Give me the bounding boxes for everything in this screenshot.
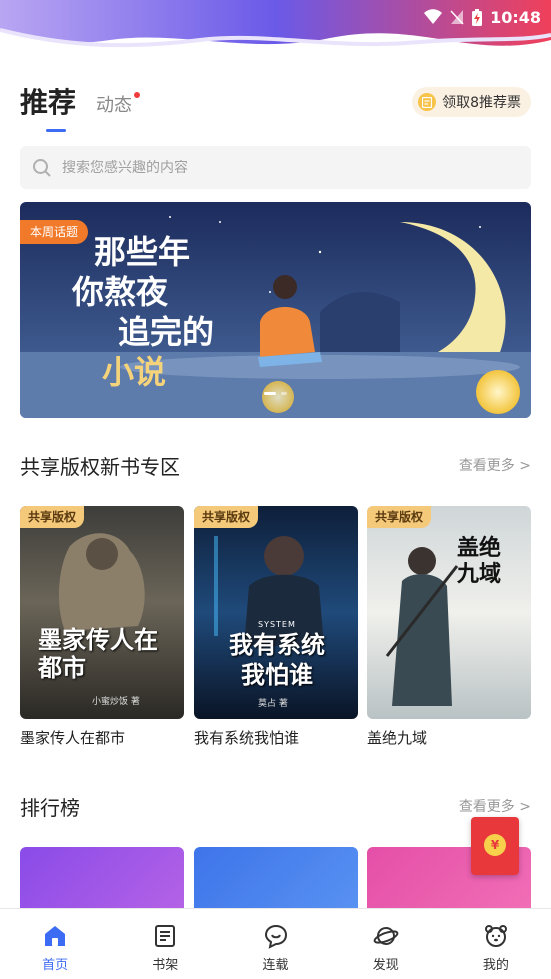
search-icon xyxy=(33,158,51,177)
banner-headline: 那些年 你熬夜 追完的 小说 xyxy=(72,232,252,392)
book-cover: 共享版权 盖绝九域 xyxy=(367,506,531,719)
nav-serial[interactable]: 连载 xyxy=(220,909,330,979)
book-name: 我有系统我怕谁 xyxy=(194,729,300,747)
book-card[interactable]: 共享版权 墨家传人在都市 小蜜炒饭 著 墨家传人在都市 xyxy=(20,506,184,748)
shared-more-link[interactable]: 查看更多 > xyxy=(459,455,531,475)
cover-title: 我有系统我怕谁 xyxy=(229,631,325,689)
tab-indicator xyxy=(46,129,66,132)
coin-icon: ¥ xyxy=(484,834,506,856)
battery-charging-icon xyxy=(472,8,483,26)
cover-title: 墨家传人在都市 xyxy=(38,626,158,682)
headline-line: 追完的 xyxy=(118,313,215,351)
cover-title: 盖绝九域 xyxy=(457,536,502,587)
home-icon xyxy=(45,926,66,946)
copyright-tag: 共享版权 xyxy=(367,506,432,528)
cover-art xyxy=(58,533,145,631)
rank-more-link[interactable]: 查看更多 > xyxy=(459,796,531,816)
ticket-label: 领取8推荐票 xyxy=(442,95,521,111)
topic-banner[interactable]: 本周话题 那些年 你熬夜 追完的 小说 xyxy=(20,202,531,418)
nav-label: 发现 xyxy=(372,958,399,973)
shared-section-title: 共享版权新书专区 xyxy=(20,455,180,479)
book-cover: 共享版权 墨家传人在都市 小蜜炒饭 著 xyxy=(20,506,184,719)
book-card[interactable]: 共享版权 盖绝九域 盖绝九域 xyxy=(367,506,531,748)
search-input[interactable] xyxy=(62,159,482,176)
red-packet-button[interactable]: ¥ xyxy=(471,817,519,875)
bear-face-icon xyxy=(484,925,507,947)
cover-author: 小蜜炒饭 著 xyxy=(92,697,140,707)
copyright-tag: 共享版权 xyxy=(194,506,259,528)
page: 10:48 推荐 动态 领取8推荐票 搜索您感兴趣的内容 本周话题 那些年 你熬… xyxy=(0,0,551,979)
rank-section-title: 排行榜 xyxy=(20,796,80,820)
headline-line: 你熬夜 xyxy=(72,273,169,311)
ticket-icon xyxy=(418,93,437,111)
copyright-tag: 共享版权 xyxy=(20,506,85,528)
bookshelf-icon xyxy=(155,925,176,947)
book-card[interactable]: 共享版权 SYSTEM 我有系统我怕谁 莫占 著 我有系统我怕谁 xyxy=(194,506,358,748)
status-bar: 10:48 xyxy=(424,6,541,28)
chat-smile-icon xyxy=(264,924,287,949)
nav-label: 连载 xyxy=(262,958,289,973)
headline-line: 那些年 xyxy=(94,233,191,271)
bottom-nav: 首页 书架 连载 发现 我的 xyxy=(0,908,551,979)
unread-dot xyxy=(134,92,141,98)
book-name: 墨家传人在都市 xyxy=(20,729,126,747)
nav-label: 我的 xyxy=(482,958,509,973)
tab-recommend[interactable]: 推荐 xyxy=(20,86,76,120)
nav-discover[interactable]: 发现 xyxy=(331,909,441,979)
nav-home[interactable]: 首页 xyxy=(0,909,110,979)
header-tabs: 推荐 动态 xyxy=(20,86,141,120)
planet-icon xyxy=(373,927,399,945)
cover-sub: SYSTEM xyxy=(258,620,296,629)
cover-author: 莫占 著 xyxy=(258,699,288,709)
signal-off-icon xyxy=(450,10,464,25)
tab-dynamic[interactable]: 动态 xyxy=(96,92,141,120)
search-bar[interactable] xyxy=(20,146,531,189)
tab-dynamic-label: 动态 xyxy=(96,95,133,116)
nav-mine[interactable]: 我的 xyxy=(441,909,551,979)
pager-dot xyxy=(264,392,276,395)
banner-pager xyxy=(264,392,287,395)
headline-line: 小说 xyxy=(102,353,167,391)
pager-dot xyxy=(281,392,287,395)
wifi-icon xyxy=(424,9,443,24)
nav-bookshelf[interactable]: 书架 xyxy=(110,909,220,979)
nav-label: 首页 xyxy=(42,958,69,973)
status-time: 10:48 xyxy=(490,7,541,27)
nav-label: 书架 xyxy=(152,958,179,973)
claim-ticket-button[interactable]: 领取8推荐票 xyxy=(412,87,531,117)
book-cover: 共享版权 SYSTEM 我有系统我怕谁 莫占 著 xyxy=(194,506,358,719)
book-name: 盖绝九域 xyxy=(367,729,428,747)
